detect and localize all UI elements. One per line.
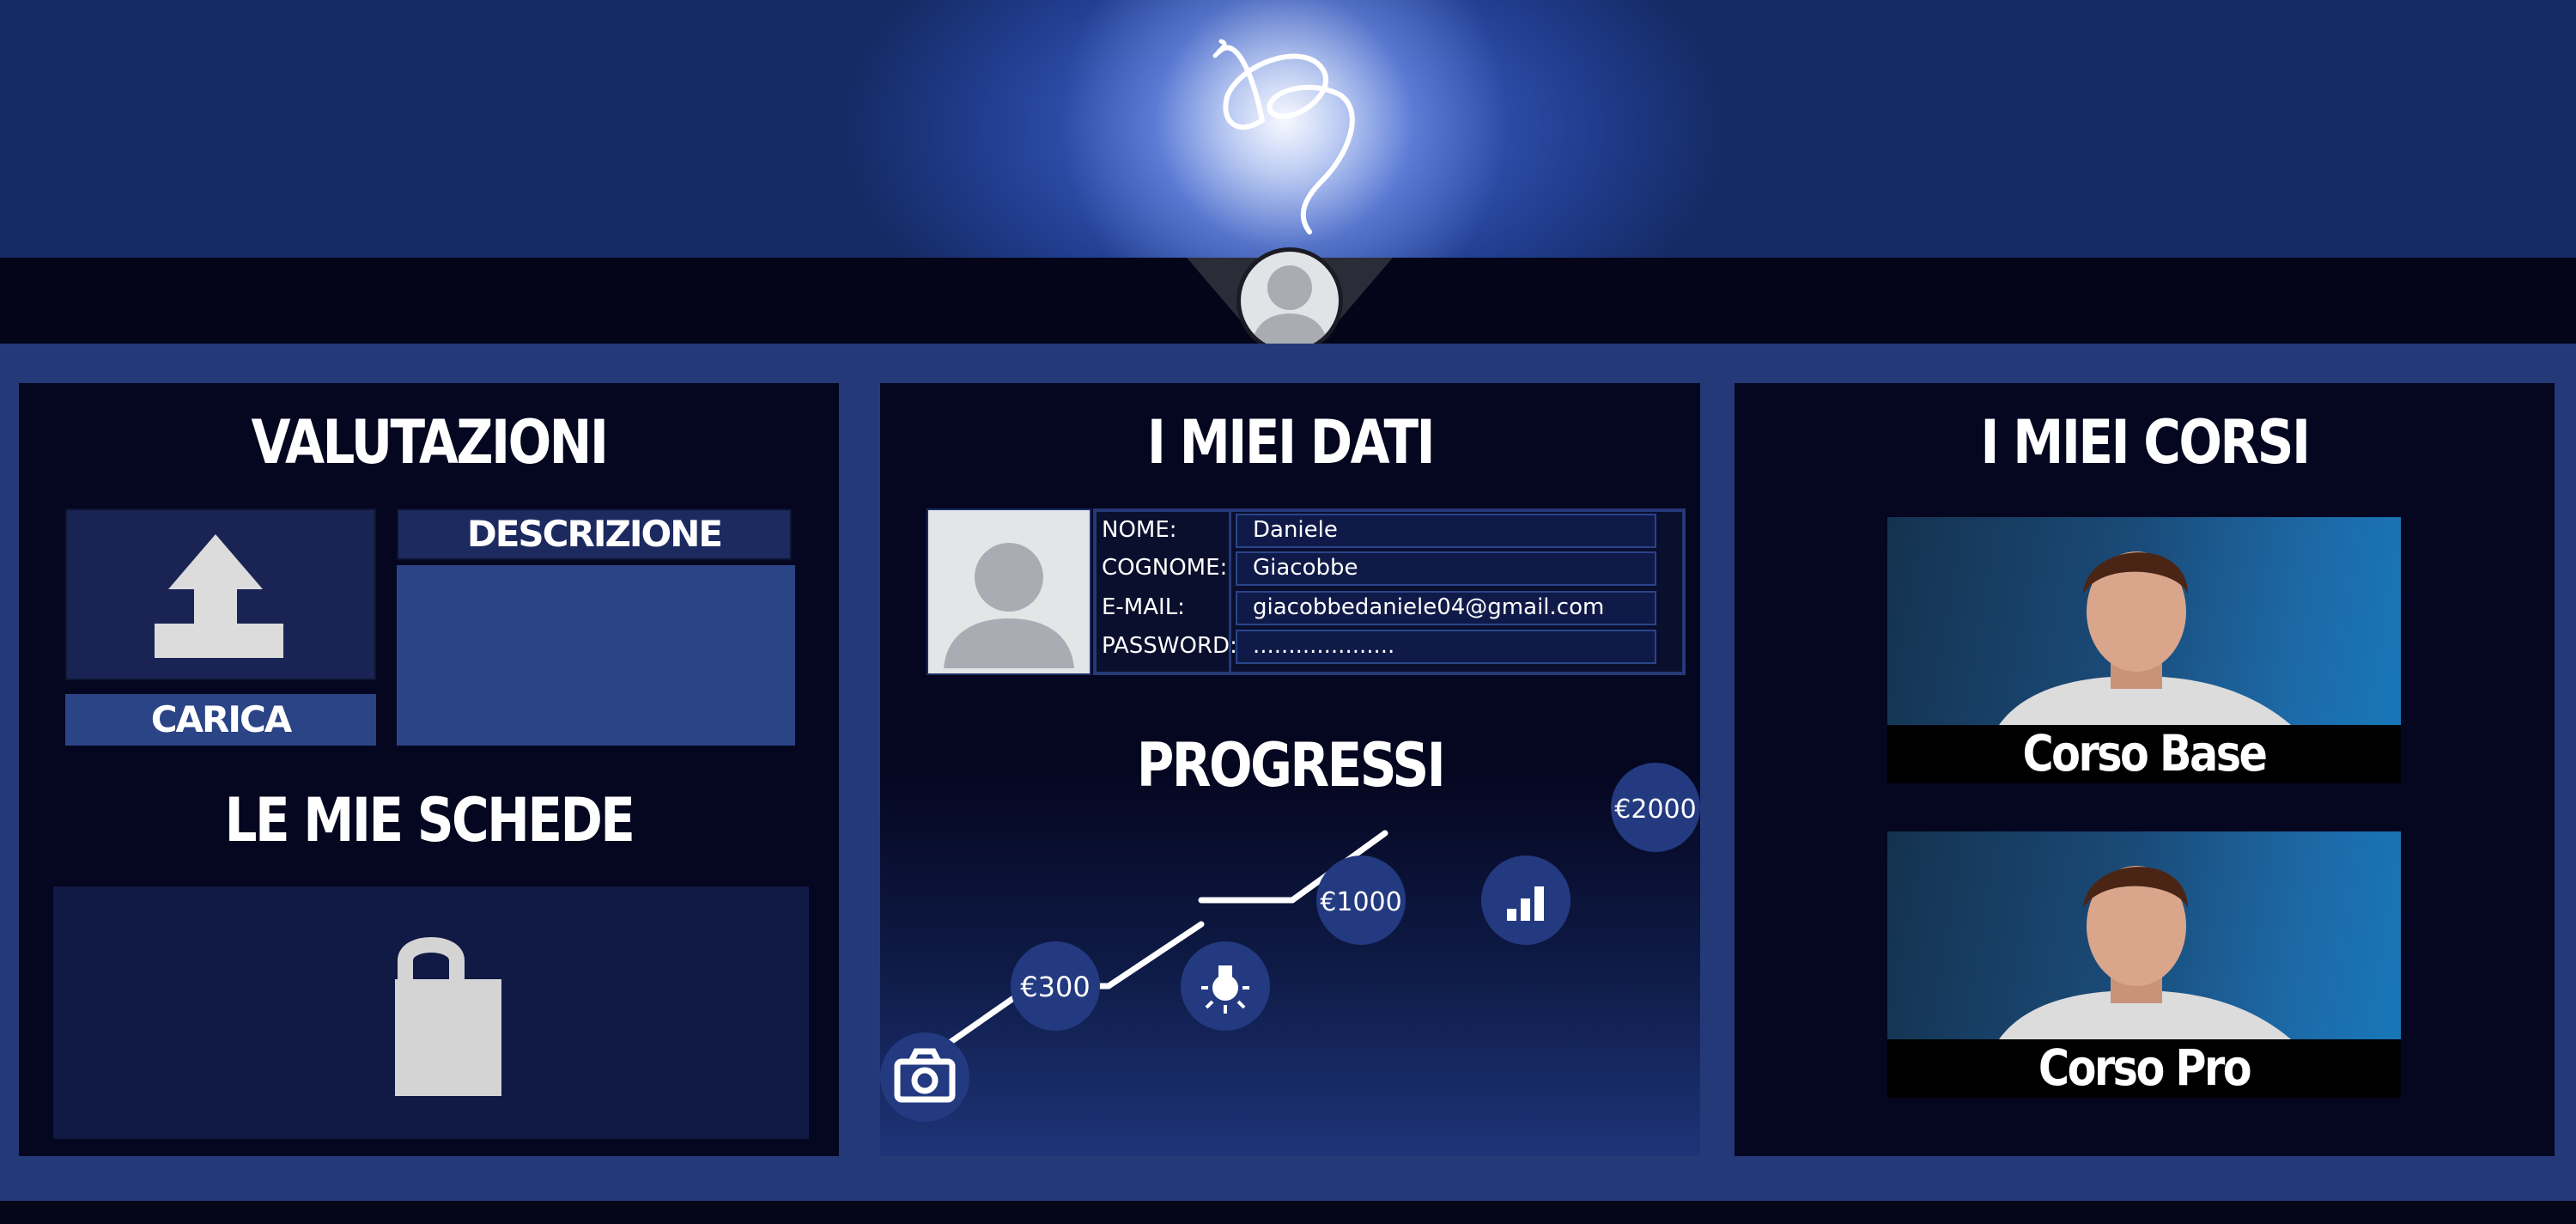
course-label: Corso Pro <box>2038 1038 2252 1097</box>
course-label: Corso Base <box>2022 724 2268 783</box>
field-label: NOME: <box>1102 517 1177 543</box>
field-label: COGNOME: <box>1102 555 1228 581</box>
progress-step-2000[interactable]: €2000 <box>1611 763 1700 852</box>
progress-step-label: €2000 <box>1614 795 1696 825</box>
password-field[interactable]: .................... <box>1236 630 1656 664</box>
user-placeholder-icon <box>944 543 1074 668</box>
data-row-nome: NOME: Daniele <box>1097 512 1682 550</box>
lock-icon <box>395 937 501 1096</box>
data-row-cognome: COGNOME: Giacobbe <box>1097 550 1682 588</box>
schede-locked-area <box>53 886 809 1139</box>
student-photo <box>1999 866 2291 1039</box>
descrizione-textarea[interactable] <box>397 565 795 746</box>
upload-dropzone[interactable] <box>65 508 376 680</box>
cognome-field[interactable]: Giacobbe <box>1236 551 1656 586</box>
data-row-email: E-MAIL: giacobbedaniele04@gmail.com <box>1097 589 1682 627</box>
progress-step-chart[interactable] <box>1481 856 1571 945</box>
progress-step-1000[interactable]: €1000 <box>1316 856 1406 945</box>
i-miei-dati-title: I MIEI DATI <box>1146 407 1436 478</box>
upload-icon <box>155 534 283 658</box>
progress-step-300[interactable]: €300 <box>1011 941 1100 1031</box>
descrizione-label: DESCRIZIONE <box>397 508 792 560</box>
student-photo <box>1999 551 2291 725</box>
corsi-panel: I MIEI CORSI Corso Base Corso Pro <box>1735 383 2555 1156</box>
header-banner <box>0 0 2576 258</box>
dati-panel: I MIEI DATI NOME: Daniele COGNOME: Giaco… <box>880 383 1700 1156</box>
data-row-password: PASSWORD: .................... <box>1097 628 1682 666</box>
carica-button[interactable]: CARICA <box>65 694 376 746</box>
email-field[interactable]: giacobbedaniele04@gmail.com <box>1236 591 1656 625</box>
course-image <box>1887 517 2401 725</box>
course-card-pro[interactable]: Corso Pro <box>1887 831 2401 1098</box>
footer-strip <box>0 1201 2576 1224</box>
course-card-base[interactable]: Corso Base <box>1887 517 2401 783</box>
user-avatar-icon <box>1251 265 1328 350</box>
i-miei-corsi-title: I MIEI CORSI <box>1980 407 2311 478</box>
progress-step-lightbulb[interactable] <box>1181 941 1270 1031</box>
field-label: PASSWORD: <box>1102 633 1237 659</box>
valutazioni-panel: VALUTAZIONI CARICA DESCRIZIONE LE MIE SC… <box>19 383 839 1156</box>
user-avatar-button[interactable] <box>1236 247 1343 354</box>
progress-step-label: €300 <box>1020 971 1090 1003</box>
course-image <box>1887 831 2401 1039</box>
le-mie-schede-title: LE MIE SCHEDE <box>224 785 635 856</box>
progress-path: €300 €1000 €2000 <box>880 763 1700 1122</box>
db-logo-icon[interactable] <box>1202 26 1374 249</box>
field-label: E-MAIL: <box>1102 594 1185 620</box>
valutazioni-title: VALUTAZIONI <box>251 407 609 478</box>
profile-photo[interactable] <box>927 508 1091 675</box>
progress-step-label: €1000 <box>1320 887 1401 917</box>
user-data-table: NOME: Daniele COGNOME: Giacobbe E-MAIL: … <box>1093 508 1686 675</box>
progress-step-camera[interactable] <box>880 1032 969 1122</box>
nome-field[interactable]: Daniele <box>1236 514 1656 548</box>
